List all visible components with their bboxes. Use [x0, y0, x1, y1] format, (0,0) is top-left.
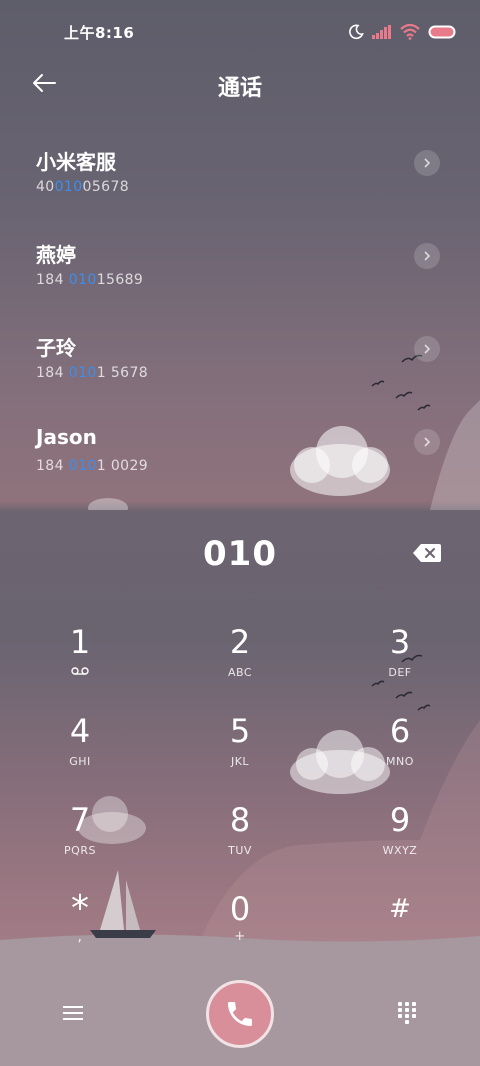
dial-key-3[interactable]: 3 DEF	[330, 624, 470, 704]
bottom-actions	[0, 960, 480, 1066]
chevron-right-icon	[424, 251, 431, 261]
chevron-right-icon	[424, 437, 431, 447]
dial-key-8[interactable]: 8 TUV	[170, 802, 310, 882]
dial-key-6[interactable]: 6 MNO	[330, 713, 470, 793]
dial-key-9[interactable]: 9 WXYZ	[330, 802, 470, 882]
menu-button[interactable]	[56, 996, 90, 1030]
battery-icon	[428, 25, 456, 39]
signal-icon	[372, 25, 391, 39]
contact-name: 燕婷	[36, 243, 76, 267]
contact-detail-button[interactable]	[414, 429, 440, 455]
contact-number: 184 01015689	[36, 272, 144, 288]
contact-number: 184 0101 5678	[36, 365, 149, 381]
status-bar: 上午8:16	[0, 0, 480, 62]
dial-key-star[interactable]: * ,	[10, 891, 150, 971]
dialpad-icon	[398, 1002, 416, 1024]
contact-detail-button[interactable]	[414, 243, 440, 269]
moon-icon	[349, 24, 364, 40]
chevron-right-icon	[424, 344, 431, 354]
contact-row[interactable]: 子玲 184 0101 5678	[0, 314, 480, 407]
contact-detail-button[interactable]	[414, 150, 440, 176]
chevron-right-icon	[424, 158, 431, 168]
dial-key-1[interactable]: 1	[10, 624, 150, 704]
dial-key-2[interactable]: 2 ABC	[170, 624, 310, 704]
top-bar: 通话	[0, 60, 480, 108]
voicemail-icon	[10, 666, 150, 680]
backspace-icon	[413, 544, 441, 562]
status-time: 上午8:16	[64, 24, 135, 42]
menu-icon	[63, 1006, 83, 1020]
dial-key-4[interactable]: 4 GHI	[10, 713, 150, 793]
dial-key-7[interactable]: 7 PQRS	[10, 802, 150, 882]
contact-name: Jason	[36, 425, 97, 449]
dial-key-hash[interactable]: #	[330, 891, 470, 971]
dialed-number[interactable]: 010	[0, 534, 480, 574]
contact-number: 184 0101 0029	[36, 458, 149, 474]
phone-icon	[228, 1002, 252, 1026]
page-title: 通话	[217, 76, 262, 101]
contact-detail-button[interactable]	[414, 336, 440, 362]
contact-name: 子玲	[36, 336, 76, 360]
contact-name: 小米客服	[36, 150, 116, 174]
status-icons	[348, 22, 456, 42]
backspace-button[interactable]	[412, 542, 442, 564]
dial-key-5[interactable]: 5 JKL	[170, 713, 310, 793]
contact-row[interactable]: 小米客服 4001005678	[0, 128, 480, 221]
wifi-icon	[400, 24, 420, 40]
dialpad-button[interactable]	[390, 996, 424, 1030]
dial-key-0[interactable]: 0 +	[170, 891, 310, 971]
contact-row[interactable]: Jason 184 0101 0029	[0, 407, 480, 500]
call-button[interactable]	[206, 980, 274, 1048]
contact-row[interactable]: 燕婷 184 01015689	[0, 221, 480, 314]
contact-number: 4001005678	[36, 179, 130, 195]
